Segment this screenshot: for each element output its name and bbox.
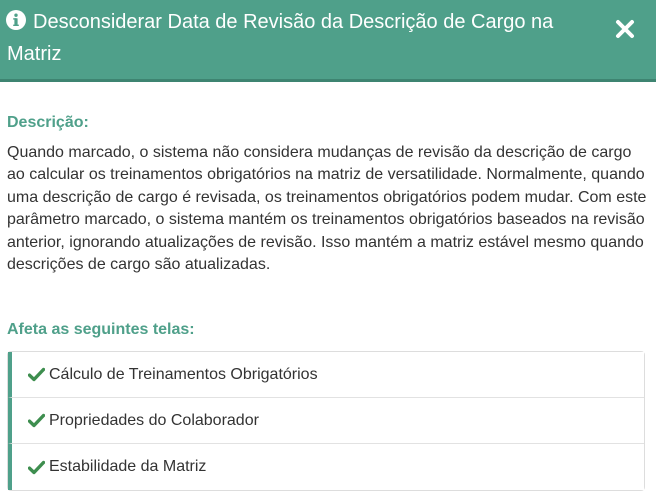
description-heading: Descrição: [7, 114, 89, 131]
affected-screens-list: Cálculo de Treinamentos Obrigatórios Pro… [7, 351, 645, 491]
dialog-title: Desconsiderar Data de Revisão da Descriç… [7, 11, 554, 65]
close-icon[interactable] [609, 15, 641, 45]
screen-label: Cálculo de Treinamentos Obrigatórios [49, 365, 318, 383]
dialog-header: Desconsiderar Data de Revisão da Descriç… [0, 0, 656, 82]
list-item: Propriedades do Colaborador [8, 398, 644, 444]
check-icon [28, 460, 45, 474]
screen-label: Estabilidade da Matriz [49, 458, 207, 475]
help-dialog: Desconsiderar Data de Revisão da Descriç… [0, 0, 656, 498]
check-icon [28, 367, 45, 382]
affected-screens-heading: Afeta as seguintes telas: [7, 321, 195, 338]
list-item: Estabilidade da Matriz [8, 444, 644, 490]
screen-label: Propriedades do Colaborador [49, 411, 259, 429]
list-item: Cálculo de Treinamentos Obrigatórios [8, 352, 644, 398]
description-text: Quando marcado, o sistema não considera … [7, 144, 647, 274]
check-icon [28, 413, 45, 428]
